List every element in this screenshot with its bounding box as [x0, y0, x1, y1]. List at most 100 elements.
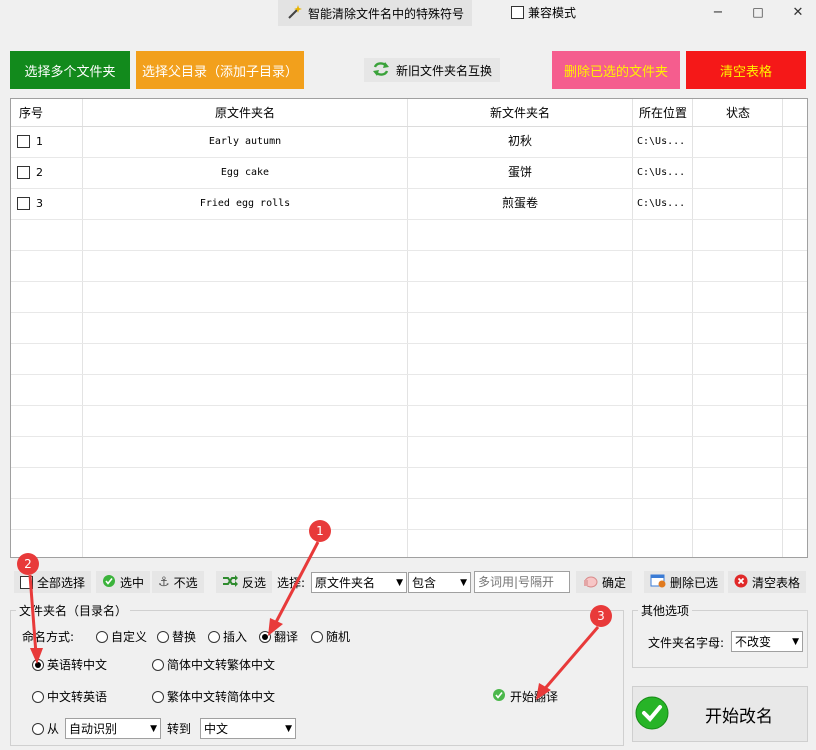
zh-to-en-radio[interactable]: 中文转英语	[32, 688, 107, 705]
swap-names-button[interactable]: 新旧文件夹名互换	[364, 58, 501, 82]
close-button[interactable]: ✕	[778, 0, 816, 24]
filter-mode-select[interactable]: 包含 ▼	[408, 572, 471, 593]
step-badge-3: 3	[590, 605, 612, 627]
table-row[interactable]: 2	[17, 157, 43, 188]
maximize-button[interactable]: □	[738, 0, 778, 24]
method-insert-radio[interactable]: 插入	[208, 628, 247, 645]
col-header-status[interactable]: 状态	[693, 99, 783, 127]
trad-to-simp-radio[interactable]: 繁体中文转简体中文	[152, 688, 275, 705]
chevron-down-icon: ▼	[285, 723, 292, 734]
red-x-icon	[734, 574, 748, 591]
col-header-original-name[interactable]: 原文件夹名	[83, 99, 407, 127]
method-replace-radio[interactable]: 替换	[157, 628, 196, 645]
to-language-value: 中文	[204, 722, 229, 736]
row-location: C:\Us...	[637, 167, 686, 178]
method-random-radio[interactable]: 随机	[311, 628, 350, 645]
case-label: 文件夹名字母:	[648, 636, 725, 650]
radio-circle[interactable]	[152, 658, 164, 671]
row-status	[693, 126, 783, 157]
method-custom-radio[interactable]: 自定义	[96, 628, 147, 645]
en-to-zh-label: 英语转中文	[47, 658, 108, 672]
filter-field-select[interactable]: 原文件夹名 ▼	[311, 572, 407, 593]
invert-button[interactable]: 反选	[216, 571, 273, 593]
case-value: 不改变	[735, 635, 772, 649]
filter-keywords-input[interactable]	[474, 571, 570, 593]
method-random-label: 随机	[326, 630, 351, 644]
checkmark-icon	[635, 696, 669, 733]
radio-circle[interactable]	[32, 658, 44, 671]
row-original-name: Egg cake	[220, 167, 270, 178]
radio-circle[interactable]	[208, 630, 220, 643]
unselect-label: 不选	[173, 575, 198, 590]
simp-to-trad-label: 简体中文转繁体中文	[167, 658, 276, 672]
radio-circle[interactable]	[157, 630, 169, 643]
row-new-name: 煎蛋卷	[501, 196, 538, 210]
filter-mode-value: 包含	[412, 576, 437, 590]
row-index: 3	[36, 197, 43, 210]
select-multiple-folders-button[interactable]: 选择多个文件夹	[10, 51, 130, 89]
from-radio[interactable]: 从	[32, 720, 59, 737]
radio-circle[interactable]	[152, 690, 164, 703]
step-badge-1: 1	[309, 520, 331, 542]
delete-selected-button[interactable]: 删除已选	[644, 571, 725, 593]
compat-mode-checkbox[interactable]: 兼容模式	[511, 4, 576, 21]
row-status	[693, 157, 783, 188]
minimize-button[interactable]: −	[698, 0, 738, 24]
method-insert-label: 插入	[223, 630, 248, 644]
row-location: C:\Us...	[637, 136, 686, 147]
col-header-index[interactable]: 序号	[19, 99, 79, 127]
compat-mode-box[interactable]	[511, 6, 524, 19]
unselect-button[interactable]: ⚓ 不选	[152, 571, 204, 593]
from-language-select[interactable]: 自动识别 ▼	[65, 718, 161, 739]
filter-label: 选择:	[277, 575, 306, 590]
start-rename-label: 开始改名	[705, 706, 773, 727]
other-options-title: 其他选项	[638, 602, 693, 619]
row-checkbox[interactable]	[17, 166, 30, 179]
select-parent-dir-button[interactable]: 选择父目录（添加子目录）	[136, 51, 304, 89]
chevron-down-icon: ▼	[792, 636, 799, 647]
radio-circle[interactable]	[32, 690, 44, 703]
row-index: 2	[36, 166, 43, 179]
start-translate-button[interactable]: 开始翻译	[492, 688, 558, 705]
select-all-box[interactable]	[20, 575, 33, 589]
folder-table[interactable]: 序号 原文件夹名 新文件夹名 所在位置 状态 1 Early autumn 初秋…	[10, 98, 808, 558]
en-to-zh-radio[interactable]: 英语转中文	[32, 656, 107, 673]
method-translate-radio[interactable]: 翻译	[259, 628, 298, 645]
radio-circle[interactable]	[311, 630, 323, 643]
method-replace-label: 替换	[172, 630, 197, 644]
step-badge-2: 2	[17, 553, 39, 575]
hand-icon	[582, 574, 598, 591]
radio-circle[interactable]	[96, 630, 108, 643]
row-index: 1	[36, 135, 43, 148]
to-language-select[interactable]: 中文 ▼	[200, 718, 296, 739]
case-select[interactable]: 不改变 ▼	[731, 631, 803, 652]
radio-circle[interactable]	[259, 630, 271, 643]
method-custom-label: 自定义	[111, 630, 148, 644]
col-header-new-name[interactable]: 新文件夹名	[407, 99, 633, 127]
table-row[interactable]: 3	[17, 188, 43, 219]
clear-table-small-label: 清空表格	[752, 575, 801, 590]
col-header-location[interactable]: 所在位置	[633, 99, 693, 127]
window-title: 智能清除文件名中的特殊符号	[278, 0, 473, 26]
select-label: 选中	[120, 575, 145, 590]
chevron-down-icon: ▼	[460, 577, 467, 588]
start-rename-button[interactable]: 开始改名	[632, 686, 808, 742]
from-language-value: 自动识别	[69, 722, 118, 736]
from-label: 从	[47, 722, 60, 736]
delete-selected-folders-button[interactable]: 删除已选的文件夹	[552, 51, 680, 89]
radio-circle[interactable]	[32, 722, 44, 735]
clear-table-small-button[interactable]: 清空表格	[728, 571, 807, 593]
simp-to-trad-radio[interactable]: 简体中文转繁体中文	[152, 656, 275, 673]
shuffle-icon	[222, 574, 238, 591]
select-all-label: 全部选择	[37, 575, 86, 590]
row-new-name: 蛋饼	[507, 165, 532, 179]
table-row[interactable]: 1	[17, 126, 43, 157]
chevron-down-icon: ▼	[396, 577, 403, 588]
row-checkbox[interactable]	[17, 135, 30, 148]
select-button[interactable]: 选中	[96, 571, 151, 593]
confirm-button[interactable]: 确定	[576, 571, 633, 593]
clear-table-button[interactable]: 清空表格	[686, 51, 806, 89]
row-checkbox[interactable]	[17, 197, 30, 210]
zh-to-en-label: 中文转英语	[47, 690, 108, 704]
trad-to-simp-label: 繁体中文转简体中文	[167, 690, 276, 704]
